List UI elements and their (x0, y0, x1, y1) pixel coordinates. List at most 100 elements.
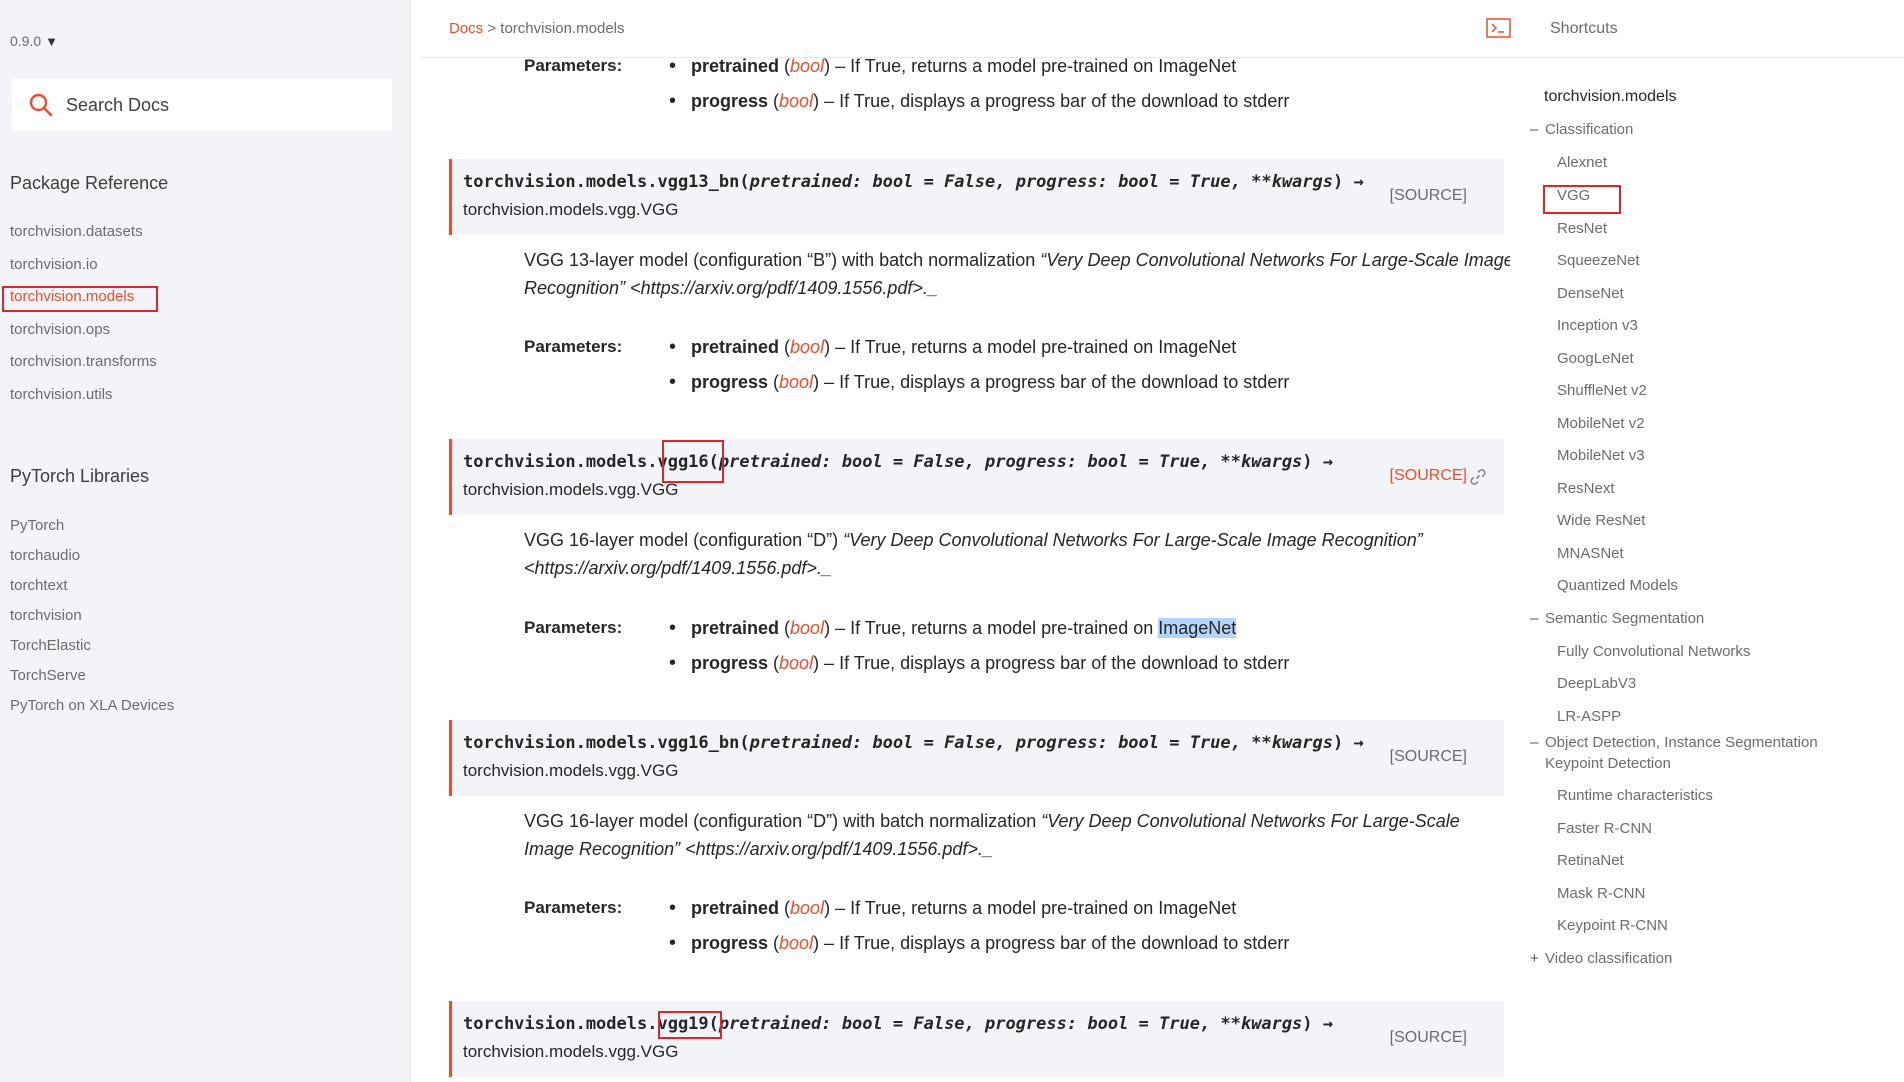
toc-item-lr-aspp[interactable]: LR-ASPP (1557, 708, 1621, 725)
version-selector[interactable]: 0.9.0 ▼ (10, 33, 58, 49)
description-vgg16-bn: VGG 16-layer model (configuration “D”) w… (524, 807, 1510, 863)
sig-arrow: → (1343, 172, 1364, 192)
toc-item-quantized-models[interactable]: Quantized Models (1557, 577, 1678, 594)
sidebar-item-transforms[interactable]: torchvision.transforms (10, 346, 157, 379)
sidebar-item-torchtext[interactable]: torchtext (10, 571, 174, 601)
param-type-link[interactable]: bool (790, 58, 824, 76)
param-type-link[interactable]: bool (779, 653, 813, 673)
toc-item-fcn[interactable]: Fully Convolutional Networks (1557, 643, 1750, 660)
param-type-link[interactable]: bool (790, 618, 824, 638)
collapse-icon: – (1530, 734, 1539, 751)
source-link[interactable]: [SOURCE] (1390, 1029, 1467, 1047)
parameters-list: pretrained (bool) – If True, returns a m… (669, 898, 1369, 968)
toc-item-googlenet[interactable]: GoogLeNet (1557, 350, 1634, 367)
signature-vgg19: torchvision.models.vgg19(pretrained: boo… (449, 1001, 1504, 1077)
toc-item-mnasnet[interactable]: MNASNet (1557, 545, 1624, 562)
toc-item-mobilenet-v2[interactable]: MobileNet v2 (1557, 415, 1645, 432)
toc-item-wide-resnet[interactable]: Wide ResNet (1557, 512, 1645, 529)
sig-function-name: vgg16 (657, 452, 709, 472)
toc-section-label-line2[interactable]: Keypoint Detection (1545, 755, 1671, 772)
package-reference-list: torchvision.datasets torchvision.io torc… (10, 216, 157, 412)
toc-item-resnet[interactable]: ResNet (1557, 220, 1607, 237)
param-desc-end: ImageNet (1158, 58, 1237, 76)
selected-text-imagenet: ImageNet (1158, 618, 1237, 638)
toc-section-classification[interactable]: – Classification (1530, 121, 1633, 138)
parameters-label: Parameters: (524, 337, 623, 356)
toc-section-semantic-segmentation[interactable]: – Semantic Segmentation (1530, 610, 1704, 627)
toc-item-inception-v3[interactable]: Inception v3 (1557, 317, 1638, 334)
sidebar-item-datasets[interactable]: torchvision.datasets (10, 216, 157, 249)
param-lparen: ( (768, 91, 780, 111)
sidebar-item-torchserve[interactable]: TorchServe (10, 661, 174, 691)
source-link[interactable]: [SOURCE] (1390, 748, 1467, 766)
search-box[interactable]: Search Docs (12, 79, 392, 131)
sig-prefix: torchvision.models. (463, 733, 658, 753)
param-pretrained: pretrained (bool) – If True, returns a m… (669, 337, 1369, 372)
param-desc: – If True, returns a model pre-trained o… (830, 898, 1159, 918)
toc-item-squeezenet[interactable]: SqueezeNet (1557, 252, 1640, 269)
param-name: progress (691, 91, 769, 111)
signature-text: torchvision.models.vgg13_bn(pretrained: … (463, 172, 1364, 192)
source-link[interactable]: [SOURCE] (1390, 187, 1467, 205)
collapse-icon: – (1530, 121, 1539, 138)
sig-close-paren: ) (1333, 733, 1344, 753)
toc-item-runtime-characteristics[interactable]: Runtime characteristics (1557, 787, 1713, 804)
breadcrumb-docs-link[interactable]: Docs (449, 20, 483, 37)
param-type-link[interactable]: bool (779, 933, 813, 953)
toc-item-keypoint-rcnn[interactable]: Keypoint R-CNN (1557, 917, 1668, 934)
terminal-icon[interactable] (1486, 18, 1511, 38)
param-lparen: ( (768, 372, 780, 392)
param-name: pretrained (691, 618, 780, 638)
parameters-list: pretrained (bool) – If True, returns a m… (669, 337, 1369, 407)
param-desc-end: ImageNet (1158, 898, 1237, 918)
toc-item-mobilenet-v3[interactable]: MobileNet v3 (1557, 447, 1645, 464)
toc-item-mask-rcnn[interactable]: Mask R-CNN (1557, 885, 1645, 902)
sidebar-item-utils[interactable]: torchvision.utils (10, 379, 157, 412)
toc-item-retinanet[interactable]: RetinaNet (1557, 852, 1624, 869)
caret-down-icon: ▼ (45, 34, 59, 49)
sidebar-item-torchaudio[interactable]: torchaudio (10, 541, 174, 571)
param-type-link[interactable]: bool (790, 898, 824, 918)
desc-lead: VGG 16-layer model (configuration “D”) w… (524, 811, 1042, 831)
toc-item-shufflenet-v2[interactable]: ShuffleNet v2 (1557, 382, 1647, 399)
sig-return-type: torchvision.models.vgg.VGG (463, 200, 679, 219)
toc-section-label: Classification (1545, 121, 1634, 138)
param-desc: – If True, displays a progress bar of th… (819, 91, 1290, 111)
param-lparen: ( (779, 337, 791, 357)
sidebar-item-pytorch[interactable]: PyTorch (10, 511, 174, 541)
signature-text: torchvision.models.vgg16(pretrained: boo… (463, 452, 1333, 472)
sidebar-item-xla[interactable]: PyTorch on XLA Devices (10, 691, 174, 721)
sidebar-item-models[interactable]: torchvision.models (10, 281, 157, 314)
shortcuts-label[interactable]: Shortcuts (1550, 20, 1618, 38)
param-type-link[interactable]: bool (779, 91, 813, 111)
param-type-link[interactable]: bool (790, 337, 824, 357)
toc-title[interactable]: torchvision.models (1544, 88, 1677, 106)
toc-item-vgg[interactable]: VGG (1557, 187, 1590, 204)
toc-item-faster-rcnn[interactable]: Faster R-CNN (1557, 820, 1652, 837)
param-type-link[interactable]: bool (779, 372, 813, 392)
param-desc: – If True, returns a model pre-trained o… (830, 58, 1159, 76)
param-name: pretrained (691, 898, 780, 918)
toc-item-deeplabv3[interactable]: DeepLabV3 (1557, 675, 1636, 692)
description-vgg16: VGG 16-layer model (configuration “D”) “… (524, 526, 1510, 582)
param-desc: – If True, displays a progress bar of th… (819, 933, 1290, 953)
param-desc-end: ImageNet (1158, 337, 1237, 357)
param-pretrained: pretrained (bool) – If True, returns a m… (669, 58, 1369, 91)
sidebar-item-ops[interactable]: torchvision.ops (10, 314, 157, 347)
description-vgg13-bn: VGG 13-layer model (configuration “B”) w… (524, 246, 1510, 302)
sidebar-item-torchelastic[interactable]: TorchElastic (10, 631, 174, 661)
source-link[interactable]: [SOURCE] (1390, 467, 1467, 485)
toc-section-video-classification[interactable]: + Video classification (1530, 950, 1672, 967)
toc-item-resnext[interactable]: ResNext (1557, 480, 1615, 497)
toc-section-object-detection[interactable]: – Object Detection, Instance Segmentation (1530, 734, 1818, 751)
sidebar-item-torchvision[interactable]: torchvision (10, 601, 174, 631)
breadcrumb-current: torchvision.models (500, 20, 625, 37)
toc-item-densenet[interactable]: DenseNet (1557, 285, 1624, 302)
pytorch-libraries-list: PyTorch torchaudio torchtext torchvision… (10, 511, 174, 721)
sidebar-item-io[interactable]: torchvision.io (10, 249, 157, 282)
param-lparen: ( (779, 618, 791, 638)
signature-vgg13-bn: torchvision.models.vgg13_bn(pretrained: … (449, 159, 1504, 235)
breadcrumb-separator: > (487, 20, 497, 37)
toc-item-alexnet[interactable]: Alexnet (1557, 154, 1607, 171)
permalink-icon[interactable] (1469, 468, 1487, 486)
